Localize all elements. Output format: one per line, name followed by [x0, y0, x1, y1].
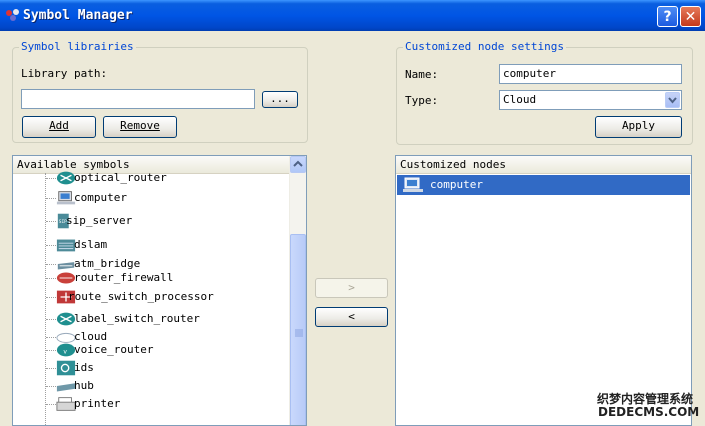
- tree-line: [45, 173, 46, 425]
- help-button[interactable]: ?: [657, 6, 678, 27]
- available-symbols-scrollbar[interactable]: [289, 156, 306, 425]
- tree-item-label: voice_router: [74, 343, 154, 356]
- title-bar[interactable]: Symbol Manager ? ✕: [0, 0, 705, 31]
- tree-item[interactable]: SIP sip_server: [53, 212, 283, 230]
- tree-item-label: label_switch_router: [74, 312, 200, 325]
- ids-icon: [56, 360, 76, 376]
- label-switch-router-icon: [56, 312, 76, 326]
- library-path-label: Library path:: [21, 67, 108, 80]
- customized-node-settings-group: Customized node settings Name: computer …: [396, 40, 693, 145]
- remove-library-button[interactable]: Remove: [103, 116, 177, 138]
- tree-item[interactable]: hub: [53, 377, 283, 395]
- symbol-libraries-group: Symbol librairies Library path: ... Add …: [12, 40, 308, 143]
- node-settings-legend: Customized node settings: [403, 40, 566, 53]
- tree-item[interactable]: printer: [53, 395, 283, 413]
- apply-button[interactable]: Apply: [595, 116, 682, 138]
- add-to-customized-button[interactable]: >: [315, 278, 388, 298]
- close-button[interactable]: ✕: [680, 6, 701, 27]
- window-title: Symbol Manager: [23, 8, 133, 23]
- customized-nodes-list[interactable]: Customized nodes computer: [395, 155, 692, 426]
- add-library-button[interactable]: Add: [22, 116, 96, 138]
- remove-from-customized-button[interactable]: <: [315, 307, 388, 327]
- tree-item-label: printer: [74, 397, 121, 410]
- computer-icon: [403, 177, 423, 192]
- node-type-select[interactable]: Cloud: [499, 90, 682, 110]
- svg-text:v: v: [63, 349, 67, 356]
- browse-button[interactable]: ...: [262, 91, 298, 108]
- tree-item[interactable]: label_switch_router: [53, 310, 283, 328]
- dslam-icon: [56, 239, 76, 252]
- tree-item-label: optical_router: [74, 171, 167, 184]
- customized-nodes-header[interactable]: Customized nodes: [396, 156, 691, 174]
- list-item[interactable]: computer: [397, 175, 690, 195]
- app-icon: [6, 9, 19, 21]
- add-library-label: Add: [49, 119, 69, 132]
- tree-item-label: route_switch_processor: [68, 290, 214, 303]
- watermark-url: DEDECMS.COM: [598, 405, 700, 419]
- type-label: Type:: [405, 94, 439, 107]
- tree-item-label: computer: [74, 191, 127, 204]
- name-label: Name:: [405, 68, 439, 81]
- tree-item[interactable]: v voice_router: [53, 341, 283, 359]
- tree-item-label: sip_server: [66, 214, 133, 227]
- remove-library-label: Remove: [120, 119, 160, 132]
- node-name-input[interactable]: computer: [499, 64, 682, 84]
- customized-node-label: computer: [430, 178, 483, 191]
- tree-item-label: hub: [74, 379, 94, 392]
- symbol-libraries-legend: Symbol librairies: [19, 40, 136, 53]
- library-path-input[interactable]: [21, 89, 255, 109]
- tree-item[interactable]: optical_router: [53, 169, 283, 187]
- tree-item[interactable]: computer: [53, 189, 283, 207]
- scroll-up-button[interactable]: [290, 156, 306, 173]
- tree-item-label: ids: [74, 361, 94, 374]
- tree-item[interactable]: dslam: [53, 236, 283, 254]
- router-firewall-icon: [56, 272, 76, 284]
- voice-router-icon: v: [56, 343, 76, 357]
- available-symbols-tree[interactable]: Available symbols optical_router computer…: [12, 155, 307, 426]
- scroll-thumb[interactable]: [290, 234, 306, 425]
- node-type-value: Cloud: [503, 93, 537, 106]
- chevron-down-icon[interactable]: [665, 92, 680, 108]
- tree-item[interactable]: ids: [53, 359, 283, 377]
- computer-icon: [56, 191, 76, 205]
- hub-icon: [56, 383, 76, 392]
- tree-item[interactable]: router_firewall: [53, 269, 283, 287]
- optical-router-icon: [56, 171, 76, 185]
- tree-item[interactable]: route_switch_processor: [53, 288, 283, 306]
- tree-item-label: router_firewall: [74, 271, 174, 284]
- printer-icon: [56, 397, 76, 411]
- tree-item-label: dslam: [74, 238, 108, 251]
